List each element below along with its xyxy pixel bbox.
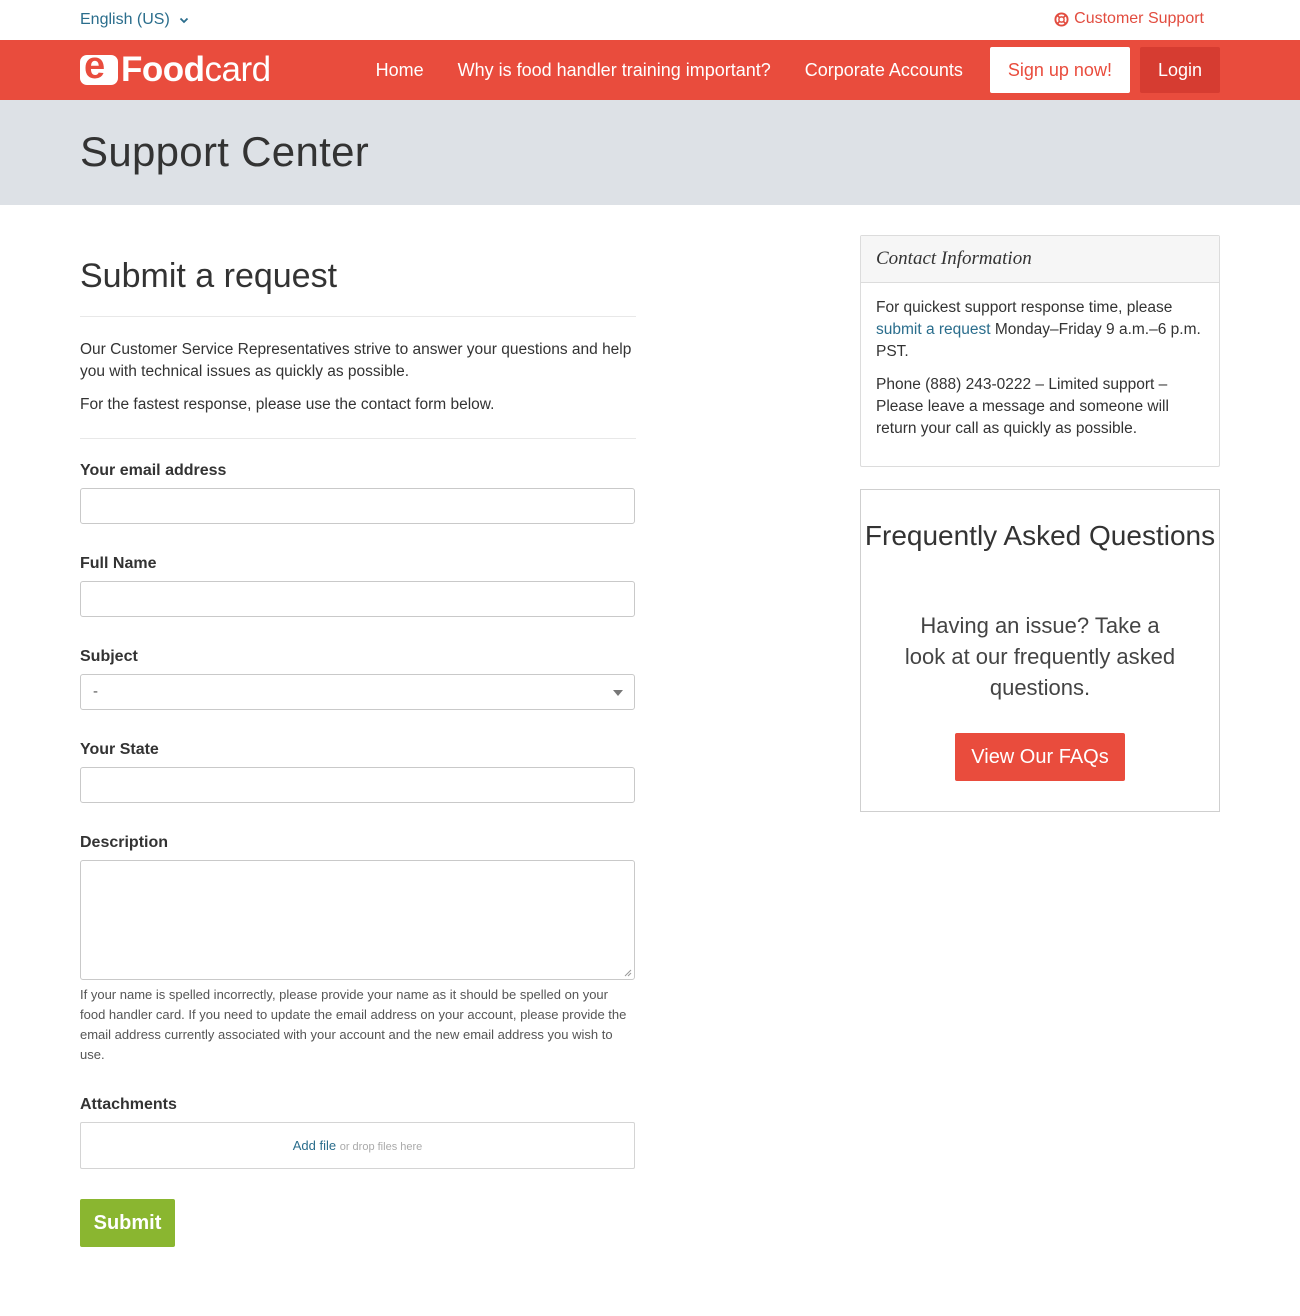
efoodcard-logo[interactable]: e Food card: [80, 47, 272, 89]
description-textarea[interactable]: [80, 860, 635, 980]
description-label: Description: [80, 834, 169, 851]
login-button[interactable]: Login: [1139, 47, 1220, 93]
subject-selected-value: -: [93, 683, 98, 700]
view-faqs-button[interactable]: View Our FAQs: [955, 733, 1125, 781]
logo-food-text: Food: [121, 50, 205, 89]
email-field[interactable]: [80, 488, 635, 524]
customer-support-label: Customer Support: [1074, 10, 1204, 27]
form-title: Submit a request: [80, 257, 338, 295]
faq-panel: Frequently Asked Questions Having an iss…: [860, 489, 1220, 812]
contact-info-title: Contact Information: [861, 236, 1219, 283]
language-label: English (US): [80, 11, 170, 28]
page-banner: Support Center: [0, 100, 1300, 205]
nav-home[interactable]: Home: [359, 47, 441, 93]
logo-card-text: card: [204, 50, 272, 89]
language-selector[interactable]: English (US): [80, 11, 190, 29]
nav-corporate-accounts[interactable]: Corporate Accounts: [788, 47, 980, 93]
subject-label: Subject: [80, 648, 138, 665]
logo-mark: e: [80, 47, 118, 85]
full-name-field[interactable]: [80, 581, 635, 617]
page-title: Support Center: [80, 128, 370, 175]
contact-info-panel: Contact Information For quickest support…: [860, 235, 1220, 467]
resize-grip-icon[interactable]: [624, 969, 632, 977]
attachments-label: Attachments: [80, 1096, 177, 1113]
state-label: Your State: [80, 741, 159, 758]
signup-button[interactable]: Sign up now!: [989, 47, 1130, 93]
main-nav: Home Why is food handler training import…: [359, 47, 1220, 93]
utility-bar: English (US) Customer Support: [0, 0, 1300, 40]
contact-info-body: For quickest support response time, plea…: [861, 283, 1219, 440]
customer-support-link[interactable]: Customer Support: [1054, 10, 1204, 28]
faq-text: Having an issue? Take a look at our freq…: [904, 613, 1176, 700]
divider: [80, 316, 636, 317]
nav-why-training[interactable]: Why is food handler training important?: [441, 47, 788, 93]
divider: [80, 438, 636, 439]
intro-text: Our Customer Service Representatives str…: [80, 341, 632, 380]
full-name-label: Full Name: [80, 555, 157, 572]
subject-select[interactable]: -: [80, 674, 635, 710]
intro-text-fastest: For the fastest response, please use the…: [80, 396, 495, 413]
attachments-dropzone[interactable]: Add file or drop files here: [80, 1122, 635, 1169]
main-header: e Food card Home Why is food handler trai…: [0, 40, 1300, 100]
submit-request-link[interactable]: submit a request: [876, 321, 991, 338]
caret-down-icon: [613, 690, 623, 696]
email-label: Your email address: [80, 462, 227, 479]
contact-phone: Phone (888) 243-0222 – Limited support –…: [876, 376, 1169, 437]
chevron-down-icon: [179, 17, 188, 24]
contact-hours: For quickest support response time, plea…: [876, 299, 1201, 360]
drop-files-text: or drop files here: [339, 1141, 423, 1153]
state-field[interactable]: [80, 767, 635, 803]
add-file-link[interactable]: Add file: [293, 1138, 336, 1153]
description-hint: If your name is spelled incorrectly, ple…: [80, 987, 627, 1062]
submit-button[interactable]: Submit: [80, 1199, 175, 1247]
lifebuoy-icon: [1054, 11, 1069, 27]
faq-title: Frequently Asked Questions: [864, 520, 1216, 551]
